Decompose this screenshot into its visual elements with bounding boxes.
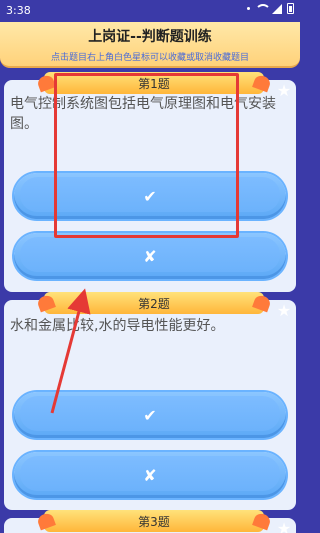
question-card-2: 第2题 ★ 水和金属比较,水的导电性能更好。 ✔ ✘	[4, 292, 296, 510]
signal-icon	[272, 3, 282, 14]
question-card-1: 第1题 ★ 电气控制系统图包括电气原理图和电气安装图。 ✔ ✘	[4, 72, 296, 292]
question-number-ribbon: 第3题	[44, 510, 264, 532]
question-card-3: 第3题 ★	[4, 510, 296, 533]
wifi-icon	[255, 3, 271, 14]
check-icon: ✔	[143, 405, 157, 425]
page-title: 上岗证--判断题训练	[88, 29, 212, 45]
question-number: 第2题	[138, 296, 170, 311]
status-bar: 3:38	[0, 0, 300, 22]
question-number: 第3题	[138, 514, 170, 529]
check-icon: ✔	[143, 186, 157, 206]
cross-icon: ✘	[143, 246, 157, 266]
notification-dot-icon	[247, 7, 250, 10]
question-text: 水和金属比较,水的导电性能更好。	[10, 318, 225, 334]
status-icons	[247, 3, 294, 14]
true-answer-button[interactable]: ✔	[14, 392, 286, 438]
true-answer-button[interactable]: ✔	[14, 173, 286, 219]
question-number: 第1题	[138, 76, 170, 91]
question-text: 电气控制系统图包括电气原理图和电气安装图。	[10, 96, 276, 132]
question-number-ribbon: 第2题	[44, 292, 264, 314]
question-number-ribbon: 第1题	[44, 72, 264, 94]
status-time: 3:38	[6, 4, 31, 17]
battery-icon	[287, 3, 294, 14]
false-answer-button[interactable]: ✘	[14, 233, 286, 279]
page-header: 上岗证--判断题训练 点击题目右上角白色星标可以收藏或取消收藏题目	[0, 22, 300, 68]
false-answer-button[interactable]: ✘	[14, 452, 286, 498]
page-subtitle: 点击题目右上角白色星标可以收藏或取消收藏题目	[50, 53, 249, 63]
cross-icon: ✘	[143, 465, 157, 485]
star-icon[interactable]: ★	[276, 521, 292, 533]
